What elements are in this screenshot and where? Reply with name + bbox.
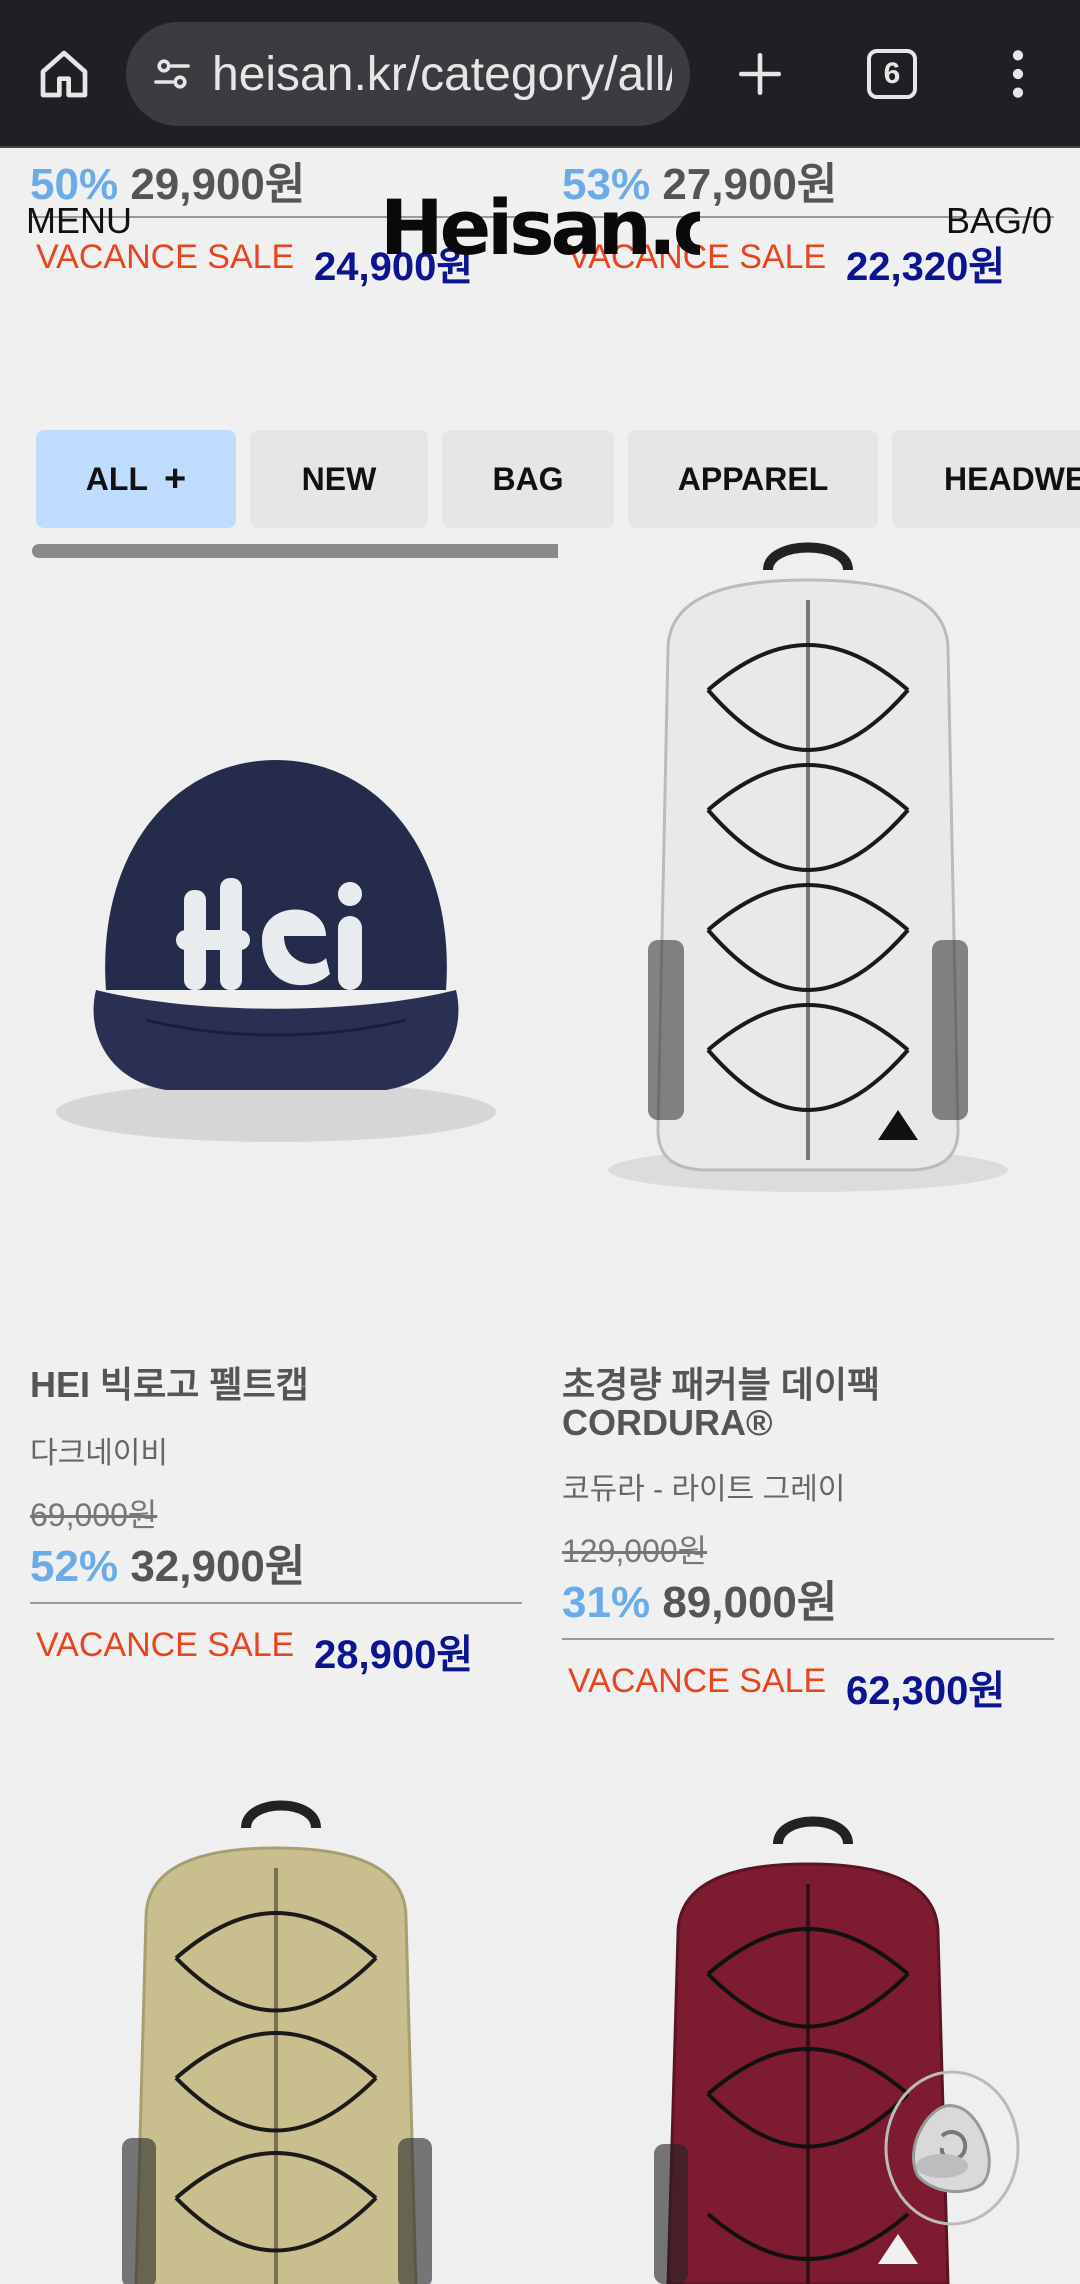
product-image[interactable] [26,1788,526,2284]
product-name-line2[interactable]: CORDURA® [562,1404,773,1442]
tab-label: NEW [301,460,377,497]
cap-image [56,760,496,1142]
bag-button[interactable]: BAG/0 [946,200,1052,242]
product-card[interactable]: HEI 빅로고 펠트캡 다크네이비 69,000원 52% 32,900원 VA… [26,560,526,1710]
product-variant: 코듀라 - 라이트 그레이 [562,1473,846,1506]
menu-button[interactable]: MENU [26,200,132,242]
tab-label: HEADWE [944,460,1080,497]
sale-price: 28,900원 [314,1633,474,1677]
discount-price: 31% 89,000원 [562,1566,837,1630]
backpack-image [608,542,1008,1192]
discount-percent: 52% [30,1542,119,1591]
new-tab-icon[interactable] [708,22,812,126]
heisan-logo[interactable]: Heisan.ca [380,176,765,276]
tab-new[interactable]: NEW [250,430,428,528]
site-settings-icon[interactable] [148,50,196,98]
tab-label: ALL [85,460,148,497]
url-text[interactable]: heisan.kr/category/all/ [212,47,672,102]
sale-label: VACANCE SALE [36,1626,295,1664]
page-content: 50% 29,900원 VACANCE SALE 24,900원 53% 27,… [0,148,1080,2284]
tab-switcher-button[interactable]: 6 [840,22,944,126]
browser-toolbar: heisan.kr/category/all/ 6 [0,0,1080,148]
product-image[interactable] [558,540,1058,1220]
sale-label: VACANCE SALE [568,1662,827,1700]
product-variant: 다크네이비 [30,1437,168,1470]
product-name[interactable]: 초경량 패커블 데이팩 [562,1366,880,1404]
product-image[interactable] [26,560,526,1200]
home-icon[interactable] [12,22,116,126]
floating-logo-button[interactable] [882,2066,1022,2226]
product-card[interactable]: 초경량 패커블 데이팩 CORDURA® 코듀라 - 라이트 그레이 129,0… [558,540,1058,1740]
product-name[interactable]: HEI 빅로고 펠트캡 [30,1366,309,1404]
backpack-olive-image [122,1800,432,2284]
tab-label: APPAREL [677,460,829,497]
address-bar[interactable]: heisan.kr/category/all/ [126,22,690,126]
price: 32,900원 [130,1542,306,1591]
site-header: MENU Heisan.ca BAG/0 [0,148,1080,288]
sale-price: 62,300원 [846,1669,1006,1713]
tab-apparel[interactable]: APPAREL [628,430,878,528]
tab-count: 6 [867,49,917,99]
tab-label: BAG [492,460,564,497]
tab-headwear[interactable]: HEADWE [892,430,1080,528]
tab-all[interactable]: ALL + [36,430,236,528]
category-tabs: ALL + NEW BAG APPAREL HEADWE [0,430,1080,540]
logo-text: Heisan.ca [380,183,700,272]
discount-percent: 31% [562,1578,651,1627]
price: 89,000원 [662,1578,838,1627]
expand-icon: + [164,457,187,500]
divider [30,1602,522,1604]
more-menu-icon[interactable] [966,22,1070,126]
divider [562,1638,1054,1640]
tab-bag[interactable]: BAG [442,430,614,528]
product-card[interactable] [26,1788,526,2284]
discount-price: 52% 32,900원 [30,1530,305,1594]
